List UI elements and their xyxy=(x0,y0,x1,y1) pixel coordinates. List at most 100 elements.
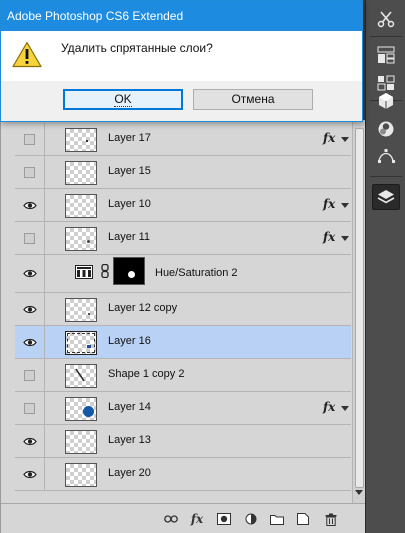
visibility-toggle[interactable] xyxy=(15,458,45,490)
layer-name: Layer 16 xyxy=(108,335,151,347)
fx-expand-arrow-icon[interactable] xyxy=(341,236,349,241)
mask-icon xyxy=(217,513,231,525)
visibility-toggle[interactable] xyxy=(15,293,45,325)
visibility-toggle[interactable] xyxy=(15,189,45,221)
layer-name: Layer 10 xyxy=(108,198,151,210)
link-layers-button[interactable] xyxy=(161,510,181,528)
ok-button-label: OK xyxy=(114,92,132,107)
fx-icon[interactable]: fx xyxy=(323,230,335,244)
layer-name: Layer 13 xyxy=(108,434,151,446)
layer-thumbnail xyxy=(65,364,97,388)
layer-row-layer-13[interactable]: Layer 13 xyxy=(15,425,351,458)
scroll-thumb[interactable] xyxy=(355,128,364,488)
scroll-down-arrow-icon[interactable] xyxy=(355,490,363,495)
3d-panel-button[interactable] xyxy=(372,88,400,114)
eye-icon xyxy=(22,437,37,445)
dialog-titlebar[interactable]: Adobe Photoshop CS6 Extended xyxy=(1,1,362,31)
layer-thumbnail xyxy=(65,331,97,355)
layers-list: Layer 17 fx Layer 15 Layer 10 fx Layer 1… xyxy=(15,120,351,503)
paths-panel-button[interactable] xyxy=(372,143,400,169)
layer-name: Layer 14 xyxy=(108,401,151,413)
fx-icon[interactable]: fx xyxy=(323,400,335,414)
layers-scrollbar[interactable] xyxy=(352,120,365,503)
dialog-body: Удалить спрятанные слои? xyxy=(1,31,362,81)
layers-footer-toolbar: fx xyxy=(1,503,366,533)
visibility-toggle[interactable] xyxy=(15,123,45,155)
new-layer-button[interactable] xyxy=(293,510,313,528)
new-group-button[interactable] xyxy=(267,510,287,528)
layer-row-layer-17[interactable]: Layer 17 fx xyxy=(15,123,351,156)
styles-circle-icon xyxy=(378,121,394,137)
cancel-button[interactable]: Отмена xyxy=(193,89,313,110)
warning-icon xyxy=(12,41,42,68)
layer-name: Shape 1 copy 2 xyxy=(108,368,185,380)
layer-thumbnail xyxy=(65,397,97,421)
layer-thumbnail xyxy=(65,227,97,251)
fx-icon[interactable]: fx xyxy=(323,197,335,211)
visibility-toggle[interactable] xyxy=(15,255,45,292)
visibility-off-box xyxy=(24,232,35,244)
layer-thumbnail xyxy=(65,430,97,454)
dialog-title: Adobe Photoshop CS6 Extended xyxy=(7,9,184,23)
layer-name: Hue/Saturation 2 xyxy=(155,267,238,279)
layer-row-shape-1-copy-2[interactable]: Shape 1 copy 2 xyxy=(15,359,351,392)
fx-expand-arrow-icon[interactable] xyxy=(341,406,349,411)
link-chain-icon[interactable] xyxy=(101,264,109,278)
folder-icon xyxy=(270,514,284,525)
tools-panel-button[interactable] xyxy=(372,6,400,32)
layers-panel-button[interactable] xyxy=(372,184,400,210)
layer-name: Layer 15 xyxy=(108,165,151,177)
layer-row-hue-saturation-2[interactable]: Hue/Saturation 2 xyxy=(15,255,351,293)
cube-icon xyxy=(379,93,393,109)
fx-expand-arrow-icon[interactable] xyxy=(341,203,349,208)
layer-row-layer-16[interactable]: Layer 16 xyxy=(15,326,351,359)
layer-row-layer-14[interactable]: Layer 14 fx xyxy=(15,392,351,425)
fx-expand-arrow-icon[interactable] xyxy=(341,137,349,142)
layer-name: Layer 11 xyxy=(108,231,150,243)
layers-panel: Layer 17 fx Layer 15 Layer 10 fx Layer 1… xyxy=(0,120,366,533)
layer-name: Layer 17 xyxy=(108,132,151,144)
ok-button[interactable]: OK xyxy=(63,89,183,110)
confirm-dialog: Adobe Photoshop CS6 Extended Удалить спр… xyxy=(0,0,363,122)
styles-panel-button[interactable] xyxy=(372,116,400,142)
eye-icon xyxy=(22,305,37,313)
layer-thumbnail xyxy=(65,463,97,487)
properties-icon xyxy=(377,46,395,64)
eye-icon xyxy=(22,338,37,346)
hue-saturation-adjustment-icon xyxy=(75,265,93,279)
dialog-message: Удалить спрятанные слои? xyxy=(61,41,213,55)
eye-icon xyxy=(22,269,37,278)
visibility-toggle[interactable] xyxy=(15,392,45,424)
visibility-off-box xyxy=(24,369,35,381)
visibility-toggle[interactable] xyxy=(15,425,45,457)
layer-name: Layer 12 copy xyxy=(108,302,178,314)
fx-icon: fx xyxy=(190,512,204,526)
fx-icon[interactable]: fx xyxy=(323,131,335,145)
layers-stack-icon xyxy=(377,190,395,204)
new-adjustment-layer-button[interactable] xyxy=(241,510,261,528)
layer-thumbnail xyxy=(65,194,97,218)
path-anchor-icon xyxy=(378,149,395,163)
visibility-toggle[interactable] xyxy=(15,326,45,358)
visibility-toggle[interactable] xyxy=(15,359,45,391)
properties-panel-button[interactable] xyxy=(372,42,400,68)
eye-icon xyxy=(22,470,37,478)
link-icon xyxy=(164,515,178,523)
layer-thumbnail xyxy=(65,298,97,322)
half-circle-icon xyxy=(245,513,257,525)
layer-row-layer-20[interactable]: Layer 20 xyxy=(15,458,351,491)
add-mask-button[interactable] xyxy=(214,510,234,528)
visibility-toggle[interactable] xyxy=(15,222,45,254)
delete-layer-button[interactable] xyxy=(321,510,341,528)
layer-thumbnail xyxy=(65,128,97,152)
layer-row-layer-15[interactable]: Layer 15 xyxy=(15,156,351,189)
new-layer-icon xyxy=(297,513,309,525)
add-layer-style-button[interactable]: fx xyxy=(187,510,207,528)
layer-row-layer-11[interactable]: Layer 11 fx xyxy=(15,222,351,255)
layer-mask-thumbnail[interactable] xyxy=(113,257,145,285)
layer-row-layer-10[interactable]: Layer 10 fx xyxy=(15,189,351,222)
layer-row-layer-12-copy[interactable]: Layer 12 copy xyxy=(15,293,351,326)
visibility-toggle[interactable] xyxy=(15,156,45,188)
layer-thumbnail xyxy=(65,161,97,185)
visibility-off-box xyxy=(24,166,35,178)
